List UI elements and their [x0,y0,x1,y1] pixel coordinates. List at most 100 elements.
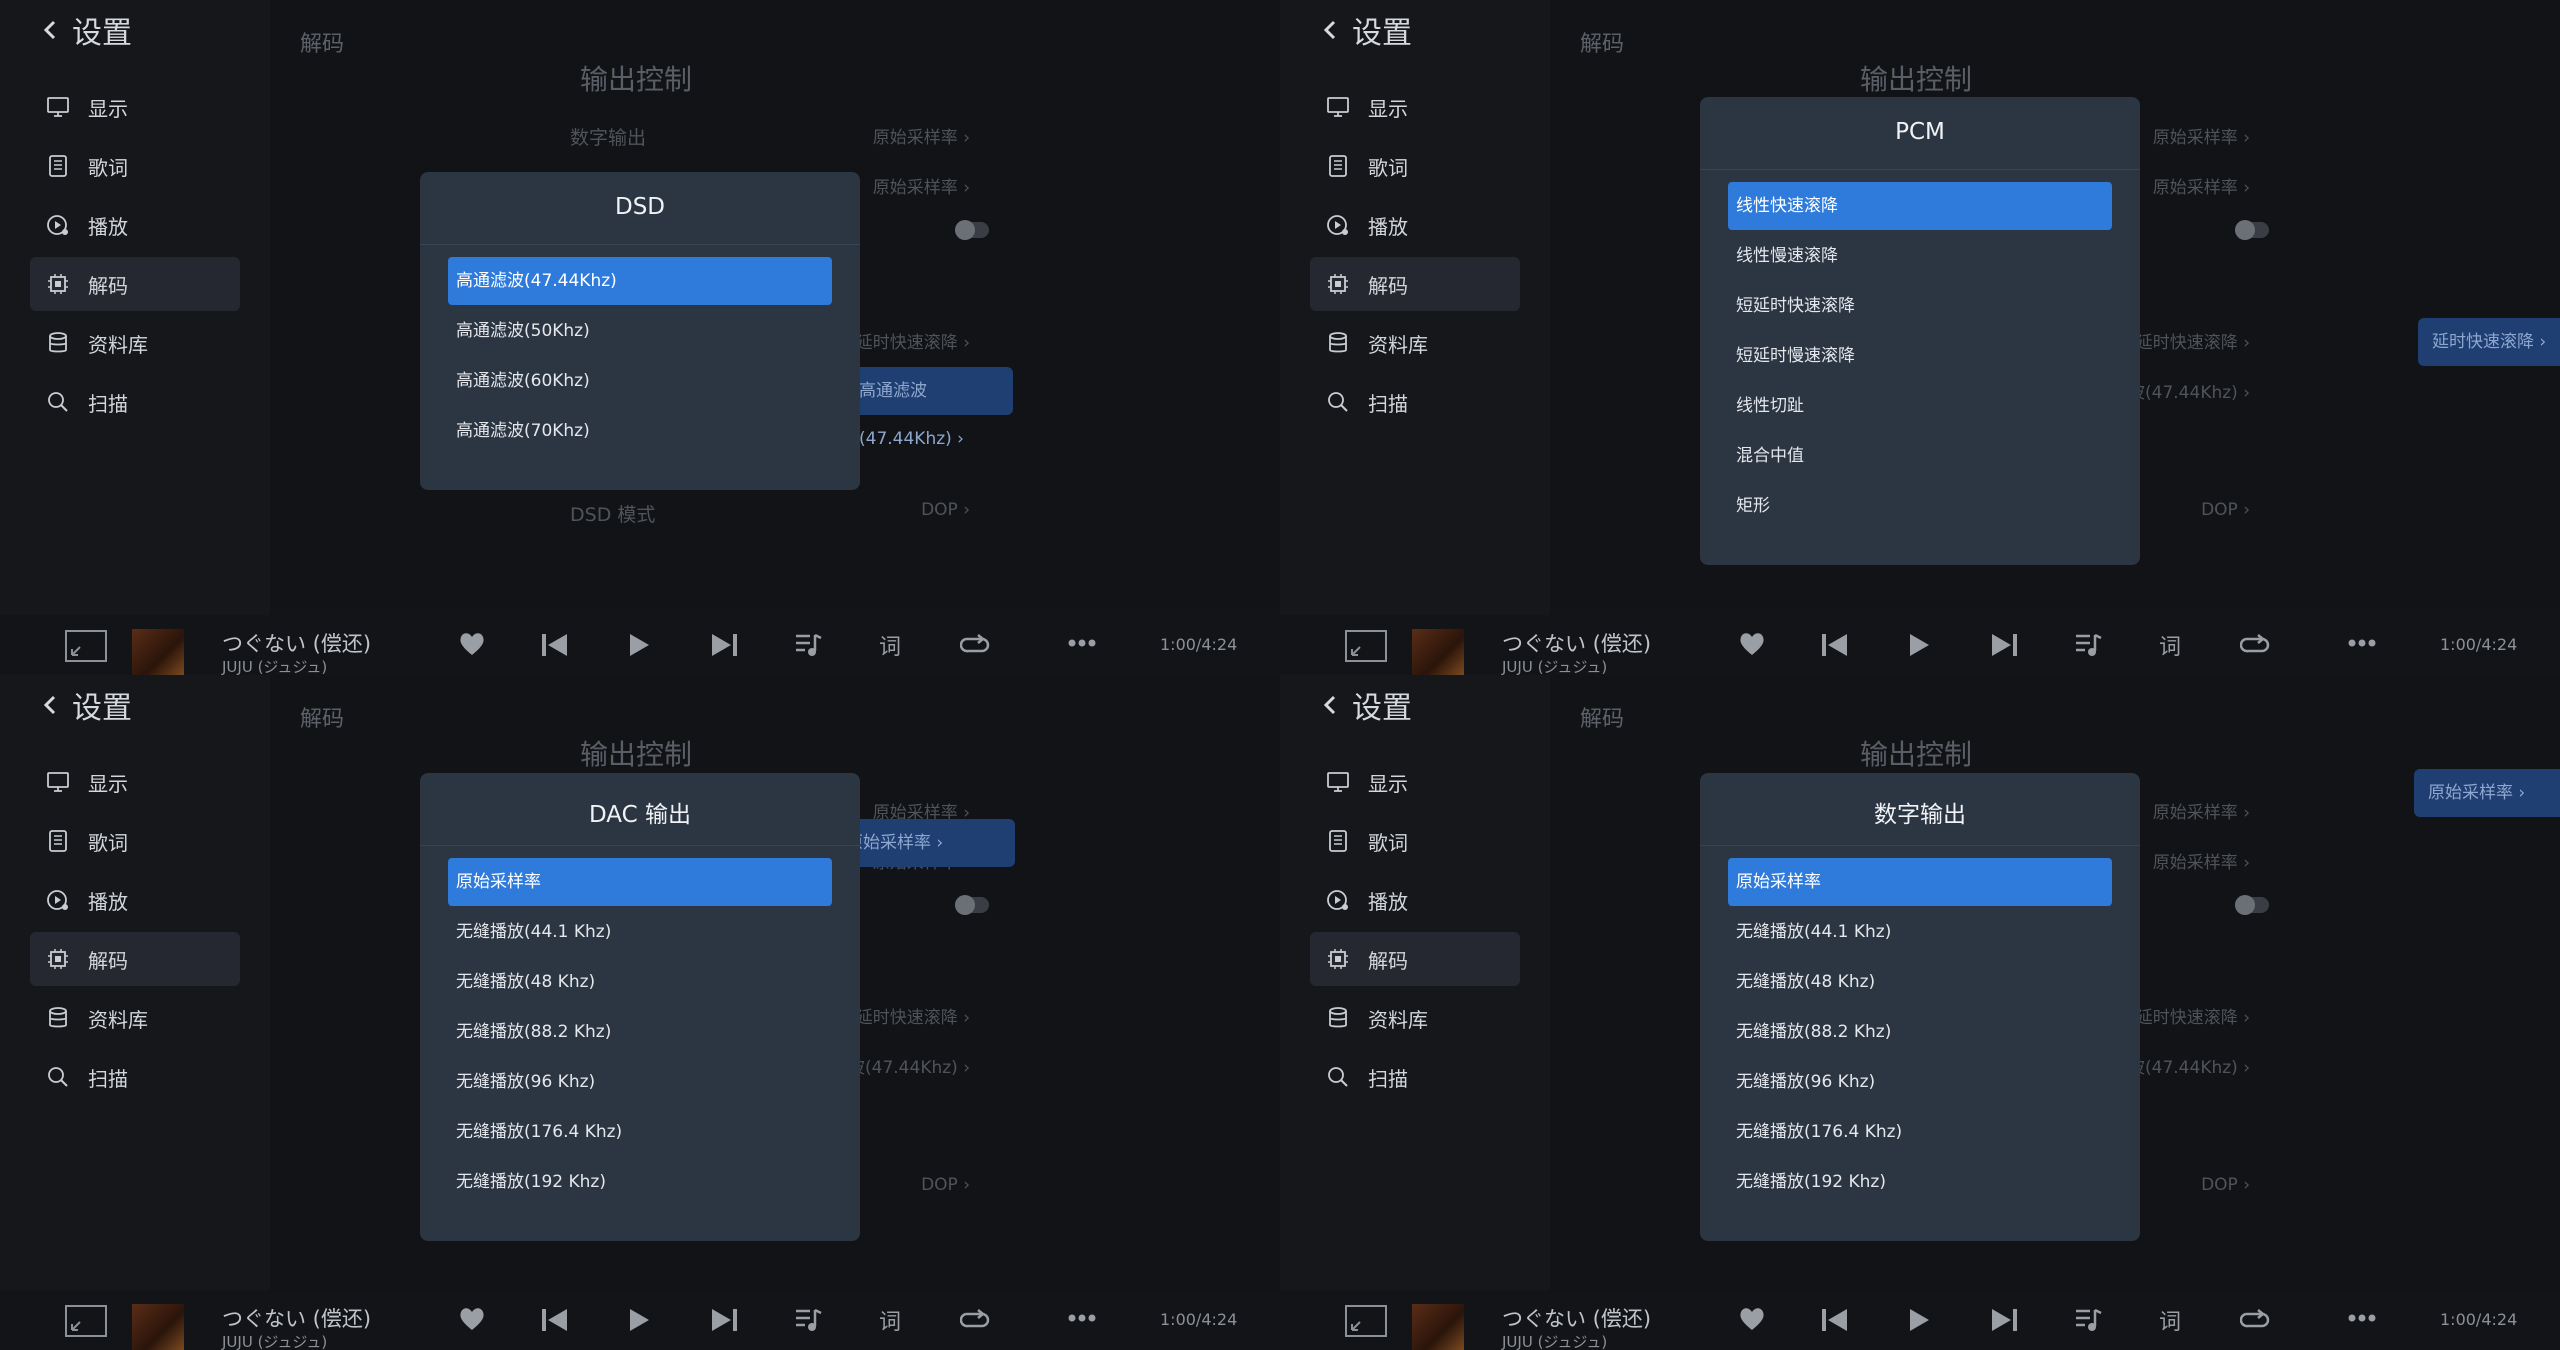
dialog-option[interactable]: 无缝播放(88.2 Khz) [448,1008,832,1056]
dialog-option[interactable]: 高通滤波(70Khz) [448,407,832,455]
sidebar-item[interactable]: 资料库 [1310,316,1520,370]
dialog-option[interactable]: 原始采样率 [1728,858,2112,906]
sidebar-item[interactable]: 资料库 [30,991,240,1045]
dialog-option[interactable]: 无缝播放(88.2 Khz) [1728,1008,2112,1056]
sidebar-item[interactable]: 显示 [1310,80,1520,134]
lyrics-toggle-icon[interactable]: 词 [2159,1304,2181,1336]
digital-output-row[interactable]: 数字输出 原始采样率 › [570,115,970,155]
dialog-option[interactable]: 原始采样率 [448,858,832,906]
playlist-icon[interactable] [794,1306,822,1334]
sidebar-item[interactable]: 解码 [1310,257,1520,311]
sidebar-item[interactable]: 扫描 [30,375,240,429]
playlist-icon[interactable] [2074,1306,2102,1334]
next-track-icon[interactable] [1990,633,2018,657]
more-options-icon[interactable] [2348,639,2376,647]
dialog-option[interactable]: 无缝播放(176.4 Khz) [1728,1108,2112,1156]
next-track-icon[interactable] [1990,1308,2018,1332]
sidebar-item[interactable]: 解码 [30,932,240,986]
sidebar-item[interactable]: 播放 [1310,873,1520,927]
dialog-option[interactable]: 线性快速滚降 [1728,182,2112,230]
play-icon[interactable] [628,1308,650,1332]
sidebar-item[interactable]: 歌词 [30,814,240,868]
heart-icon[interactable] [458,631,486,657]
next-track-icon[interactable] [710,1308,738,1332]
next-track-icon[interactable] [710,633,738,657]
sidebar-item[interactable]: 播放 [30,873,240,927]
play-icon[interactable] [628,633,650,657]
back-button[interactable]: 设置 [40,8,132,52]
sidebar-item[interactable]: 资料库 [30,316,240,370]
sidebar-item[interactable]: 显示 [30,755,240,809]
sidebar-item[interactable]: 资料库 [1310,991,1520,1045]
album-cover[interactable] [132,629,184,675]
sidebar-item[interactable]: 歌词 [1310,814,1520,868]
sidebar-item[interactable]: 显示 [30,80,240,134]
fullscreen-icon[interactable] [64,1304,108,1338]
sidebar-item[interactable]: 显示 [1310,755,1520,809]
sidebar-item[interactable]: 解码 [30,257,240,311]
repeat-icon[interactable] [960,1308,990,1332]
repeat-icon[interactable] [2240,633,2270,657]
dialog-option[interactable]: 短延时快速滚降 [1728,282,2112,330]
highlighted-setting[interactable]: 延时快速滚降 › [2418,318,2560,366]
heart-icon[interactable] [1738,1306,1766,1332]
dialog-option[interactable]: 无缝播放(44.1 Khz) [448,908,832,956]
dialog-option[interactable]: 无缝播放(192 Khz) [448,1158,832,1206]
sidebar-item[interactable]: 播放 [1310,198,1520,252]
previous-track-icon[interactable] [1821,633,1849,657]
repeat-icon[interactable] [2240,1308,2270,1332]
heart-icon[interactable] [458,1306,486,1332]
play-icon[interactable] [1908,1308,1930,1332]
dialog-option[interactable]: 无缝播放(176.4 Khz) [448,1108,832,1156]
sidebar-item[interactable]: 扫描 [1310,375,1520,429]
more-options-icon[interactable] [1068,639,1096,647]
dialog-option[interactable]: 线性慢速滚降 [1728,232,2112,280]
dialog-option[interactable]: 无缝播放(48 Khz) [1728,958,2112,1006]
sidebar-item[interactable]: 扫描 [1310,1050,1520,1104]
album-cover[interactable] [1412,629,1464,675]
sidebar-item[interactable]: 歌词 [30,139,240,193]
setting-toggle[interactable] [955,895,989,915]
more-options-icon[interactable] [1068,1314,1096,1322]
play-icon[interactable] [1908,633,1930,657]
fullscreen-icon[interactable] [64,629,108,663]
highlighted-setting[interactable]: 原始采样率 › [2414,769,2560,817]
setting-toggle[interactable] [2235,220,2269,240]
setting-toggle[interactable] [2235,895,2269,915]
dialog-option[interactable]: 高通滤波(47.44Khz) [448,257,832,305]
dialog-option[interactable]: 高通滤波(50Khz) [448,307,832,355]
setting-toggle[interactable] [955,220,989,240]
dialog-option[interactable]: 无缝播放(44.1 Khz) [1728,908,2112,956]
previous-track-icon[interactable] [1821,1308,1849,1332]
dialog-option[interactable]: 短延时慢速滚降 [1728,332,2112,380]
sidebar-item[interactable]: 解码 [1310,932,1520,986]
highlighted-setting[interactable]: 高通滤波(47.44Khz) › [845,367,1013,449]
back-button[interactable]: 设置 [40,683,132,727]
dialog-option[interactable]: 线性切趾 [1728,382,2112,430]
fullscreen-icon[interactable] [1344,629,1388,663]
dialog-option[interactable]: 混合中值 [1728,432,2112,480]
playlist-icon[interactable] [2074,631,2102,659]
back-button[interactable]: 设置 [1320,8,1412,52]
repeat-icon[interactable] [960,633,990,657]
playlist-icon[interactable] [794,631,822,659]
dialog-option[interactable]: 高通滤波(60Khz) [448,357,832,405]
back-button[interactable]: 设置 [1320,683,1412,727]
dialog-option[interactable]: 无缝播放(192 Khz) [1728,1158,2112,1206]
lyrics-toggle-icon[interactable]: 词 [2159,629,2181,661]
dsd-mode-row[interactable]: DSD 模式 DOP › [570,492,970,532]
sidebar-item[interactable]: 歌词 [1310,139,1520,193]
sidebar-item[interactable]: 播放 [30,198,240,252]
previous-track-icon[interactable] [541,1308,569,1332]
album-cover[interactable] [1412,1304,1464,1350]
previous-track-icon[interactable] [541,633,569,657]
fullscreen-icon[interactable] [1344,1304,1388,1338]
more-options-icon[interactable] [2348,1314,2376,1322]
dialog-option[interactable]: 矩形 [1728,482,2112,530]
dialog-option[interactable]: 无缝播放(96 Khz) [448,1058,832,1106]
lyrics-toggle-icon[interactable]: 词 [879,629,901,661]
dialog-option[interactable]: 无缝播放(96 Khz) [1728,1058,2112,1106]
lyrics-toggle-icon[interactable]: 词 [879,1304,901,1336]
heart-icon[interactable] [1738,631,1766,657]
sidebar-item[interactable]: 扫描 [30,1050,240,1104]
